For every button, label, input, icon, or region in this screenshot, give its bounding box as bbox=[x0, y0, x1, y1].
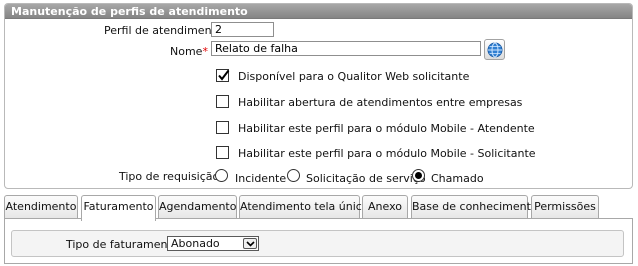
tipo-faturamento-select[interactable]: Abonado bbox=[167, 236, 259, 251]
tab-faturamento[interactable]: Faturamento bbox=[81, 195, 156, 221]
perfil-input[interactable] bbox=[211, 22, 274, 37]
nome-label-text: Nome bbox=[170, 45, 203, 58]
radio-incidente-label: Incidente bbox=[235, 172, 287, 185]
tab-anexo[interactable]: Anexo bbox=[362, 195, 408, 219]
globe-button[interactable] bbox=[484, 39, 505, 60]
checkbox-entre-empresas[interactable] bbox=[216, 95, 229, 108]
radio-solicitacao-servico[interactable] bbox=[287, 169, 300, 182]
nome-label: Nome* : bbox=[170, 45, 215, 58]
nome-input[interactable] bbox=[211, 41, 481, 56]
radio-chamado[interactable] bbox=[412, 169, 425, 182]
radio-solicitacao-servico-label: Solicitação de serviço bbox=[306, 172, 426, 185]
tab-atendimento-tela-unica[interactable]: Atendimento tela única bbox=[239, 195, 369, 219]
checkmark-icon bbox=[218, 69, 230, 81]
tab-permissoes[interactable]: Permissões bbox=[531, 195, 599, 219]
checkbox-mobile-solicitante[interactable] bbox=[216, 146, 229, 159]
tipo-requisicao-label: Tipo de requisição : bbox=[119, 170, 227, 183]
radio-chamado-label: Chamado bbox=[431, 172, 484, 185]
checkbox-qualitor-web-label: Disponível para o Qualitor Web solicitan… bbox=[238, 70, 470, 83]
tab-base-de-conhecimento[interactable]: Base de conhecimento bbox=[411, 195, 538, 219]
dropdown-arrow bbox=[243, 238, 257, 249]
checkbox-qualitor-web[interactable] bbox=[216, 69, 230, 82]
tipo-faturamento-value: Abonado bbox=[171, 237, 220, 250]
checkbox-mobile-atendente[interactable] bbox=[216, 121, 229, 134]
globe-icon bbox=[487, 42, 503, 58]
radio-incidente[interactable] bbox=[215, 169, 228, 182]
tab-atendimento[interactable]: Atendimento bbox=[4, 195, 78, 219]
panel-title: Manutenção de perfis de atendimento bbox=[5, 4, 632, 19]
checkbox-mobile-solicitante-label: Habilitar este perfil para o módulo Mobi… bbox=[238, 147, 536, 160]
tab-agendamento[interactable]: Agendamento bbox=[158, 195, 237, 219]
checkbox-entre-empresas-label: Habilitar abertura de atendimentos entre… bbox=[238, 96, 523, 109]
chevron-down-icon bbox=[246, 241, 255, 247]
checkbox-mobile-atendente-label: Habilitar este perfil para o módulo Mobi… bbox=[238, 122, 535, 135]
